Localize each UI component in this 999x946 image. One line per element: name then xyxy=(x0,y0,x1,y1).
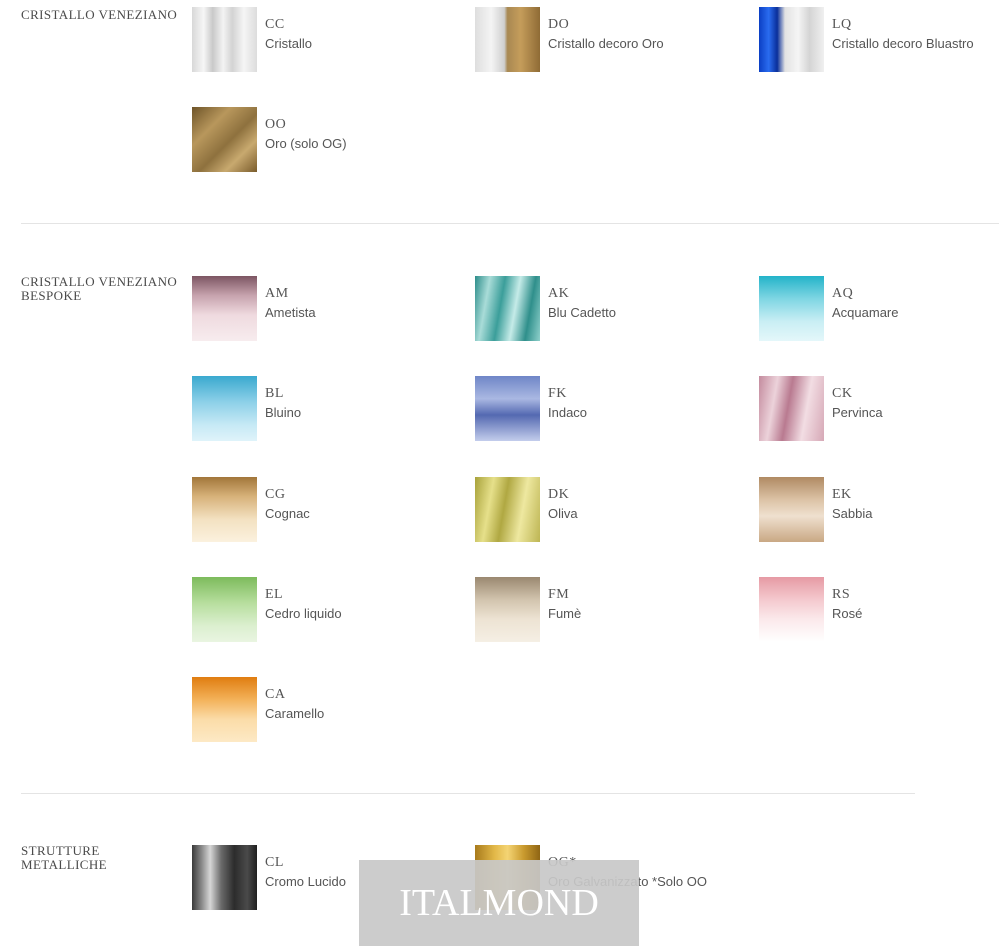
section-cristallo-veneziano-title: CRISTALLO VENEZIANO xyxy=(21,7,178,22)
swatch-name: Cristallo decoro Bluastro xyxy=(832,36,974,51)
light-blue-glass-swatch-icon xyxy=(192,376,257,441)
swatch-name: Pervinca xyxy=(832,405,883,420)
swatch-code: LQ xyxy=(832,17,852,32)
swatch-code: BL xyxy=(265,386,284,401)
swatch-code: CC xyxy=(265,17,285,32)
clear-blue-glass-swatch-icon xyxy=(759,7,824,72)
swatch-name: Oro (solo OG) xyxy=(265,136,347,151)
chrome-metal-swatch-icon xyxy=(192,845,257,910)
swatch-name: Oliva xyxy=(548,506,578,521)
amethyst-glass-swatch-icon xyxy=(192,276,257,341)
clear-gold-glass-swatch-icon xyxy=(475,7,540,72)
swatch-name: Acquamare xyxy=(832,305,899,320)
section-bespoke-title: CRISTALLO VENEZIANO BESPOKE xyxy=(21,274,178,303)
swatch-code: DO xyxy=(548,17,570,32)
swatch-code: RS xyxy=(832,587,851,602)
swatch-code: DK xyxy=(548,487,570,502)
swatch-code: AQ xyxy=(832,286,854,301)
aquamarine-glass-swatch-icon xyxy=(759,276,824,341)
swatch-code: FK xyxy=(548,386,567,401)
swatch-code: OO xyxy=(265,117,287,132)
swatch-code: AK xyxy=(548,286,570,301)
swatch-name: Cedro liquido xyxy=(265,606,342,621)
cadet-blue-glass-swatch-icon xyxy=(475,276,540,341)
swatch-name: Sabbia xyxy=(832,506,873,521)
cognac-glass-swatch-icon xyxy=(192,477,257,542)
swatch-name: Cristallo xyxy=(265,36,312,51)
swatch-name: Blu Cadetto xyxy=(548,305,616,320)
section-divider xyxy=(21,793,915,794)
swatch-code: CA xyxy=(265,687,286,702)
swatch-code: CG xyxy=(265,487,286,502)
swatch-name: Caramello xyxy=(265,706,325,721)
swatch-name: Bluino xyxy=(265,405,302,420)
periwinkle-glass-swatch-icon xyxy=(759,376,824,441)
indigo-glass-swatch-icon xyxy=(475,376,540,441)
swatch-code: EK xyxy=(832,487,852,502)
rose-glass-swatch-icon xyxy=(759,577,824,642)
cedar-green-glass-swatch-icon xyxy=(192,577,257,642)
swatch-name: Cognac xyxy=(265,506,310,521)
clear-glass-swatch-icon xyxy=(192,7,257,72)
swatch-name: Cromo Lucido xyxy=(265,874,346,889)
section-divider xyxy=(21,223,999,224)
swatch-name: Indaco xyxy=(548,405,588,420)
section-strutture-title: STRUTTURE METALLICHE xyxy=(21,843,107,872)
swatch-code: CL xyxy=(265,855,284,870)
gold-glass-swatch-icon xyxy=(192,107,257,172)
swatch-code: EL xyxy=(265,587,284,602)
swatch-code: CK xyxy=(832,386,853,401)
swatch-name: Cristallo decoro Oro xyxy=(548,36,664,51)
swatch-code: FM xyxy=(548,587,570,602)
swatch-name: Fumè xyxy=(548,606,582,621)
sand-glass-swatch-icon xyxy=(759,477,824,542)
swatch-name: Ametista xyxy=(265,305,316,320)
watermark-logo: ITALMOND xyxy=(359,860,639,946)
olive-glass-swatch-icon xyxy=(475,477,540,542)
swatch-name: Rosé xyxy=(832,606,863,621)
swatch-code: AM xyxy=(265,286,289,301)
caramel-glass-swatch-icon xyxy=(192,677,257,742)
smoke-glass-swatch-icon xyxy=(475,577,540,642)
